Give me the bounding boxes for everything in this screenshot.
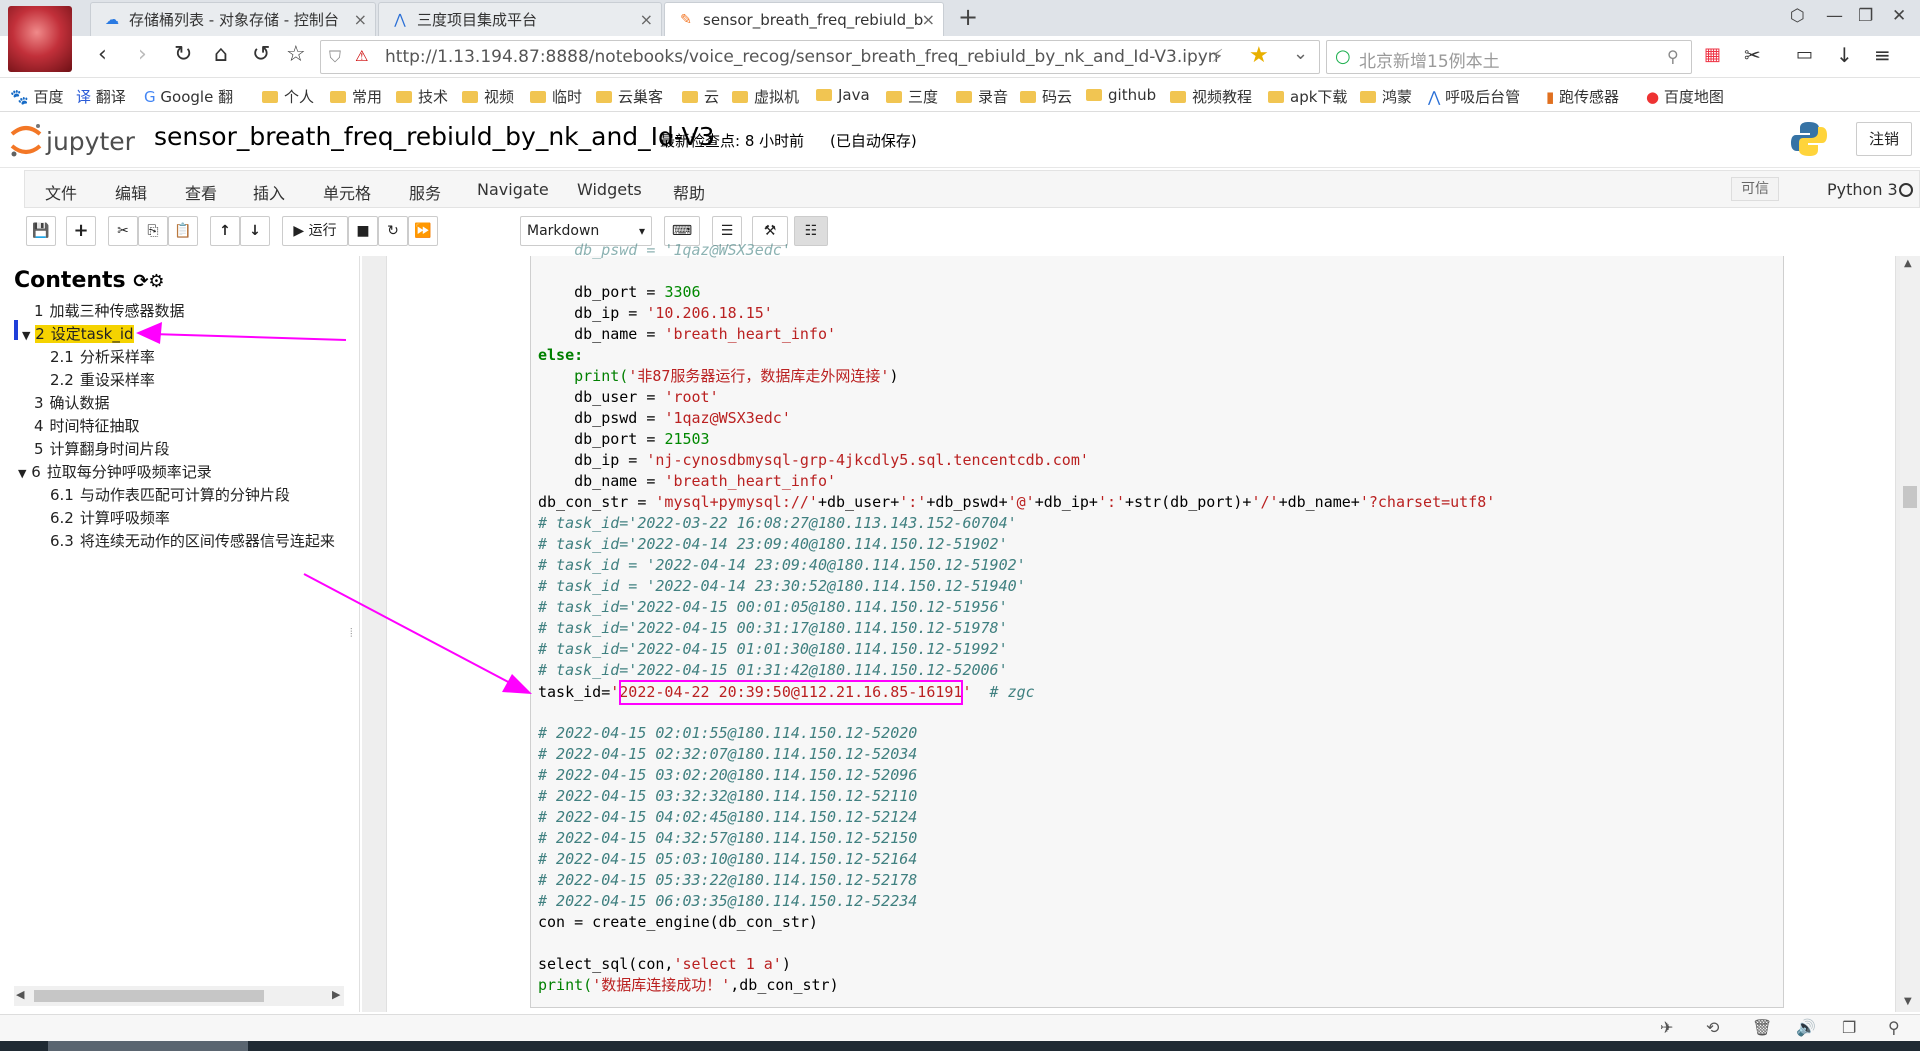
- annotation-arrow: [151, 333, 347, 341]
- pin-icon[interactable]: ✈: [1660, 1018, 1673, 1037]
- notebook-vertical-scrollbar[interactable]: ▲ ▼: [1900, 256, 1920, 1012]
- trash-icon[interactable]: 🗑: [1752, 1018, 1772, 1037]
- taskbar-active-item[interactable]: [48, 1041, 248, 1051]
- arrowhead-icon: [502, 674, 532, 694]
- browser-status-bar: ✈ ⟲ 🗑 🔊 ❐ ⚲: [0, 1014, 1920, 1041]
- user-avatar[interactable]: [8, 6, 72, 72]
- os-taskbar: [0, 1041, 1920, 1051]
- scroll-up-icon[interactable]: ▲: [1904, 258, 1912, 269]
- scrollbar-thumb[interactable]: [1903, 486, 1917, 508]
- speedup-icon[interactable]: ⟲: [1706, 1018, 1719, 1037]
- annotation-arrow: [303, 573, 513, 685]
- annotation-arrows: [136, 322, 532, 694]
- zoom-icon[interactable]: ⚲: [1888, 1018, 1900, 1037]
- scroll-down-icon[interactable]: ▼: [1904, 996, 1912, 1007]
- volume-icon[interactable]: 🔊: [1796, 1018, 1816, 1037]
- arrowhead-icon: [136, 322, 162, 344]
- window-icon[interactable]: ❐: [1842, 1018, 1856, 1037]
